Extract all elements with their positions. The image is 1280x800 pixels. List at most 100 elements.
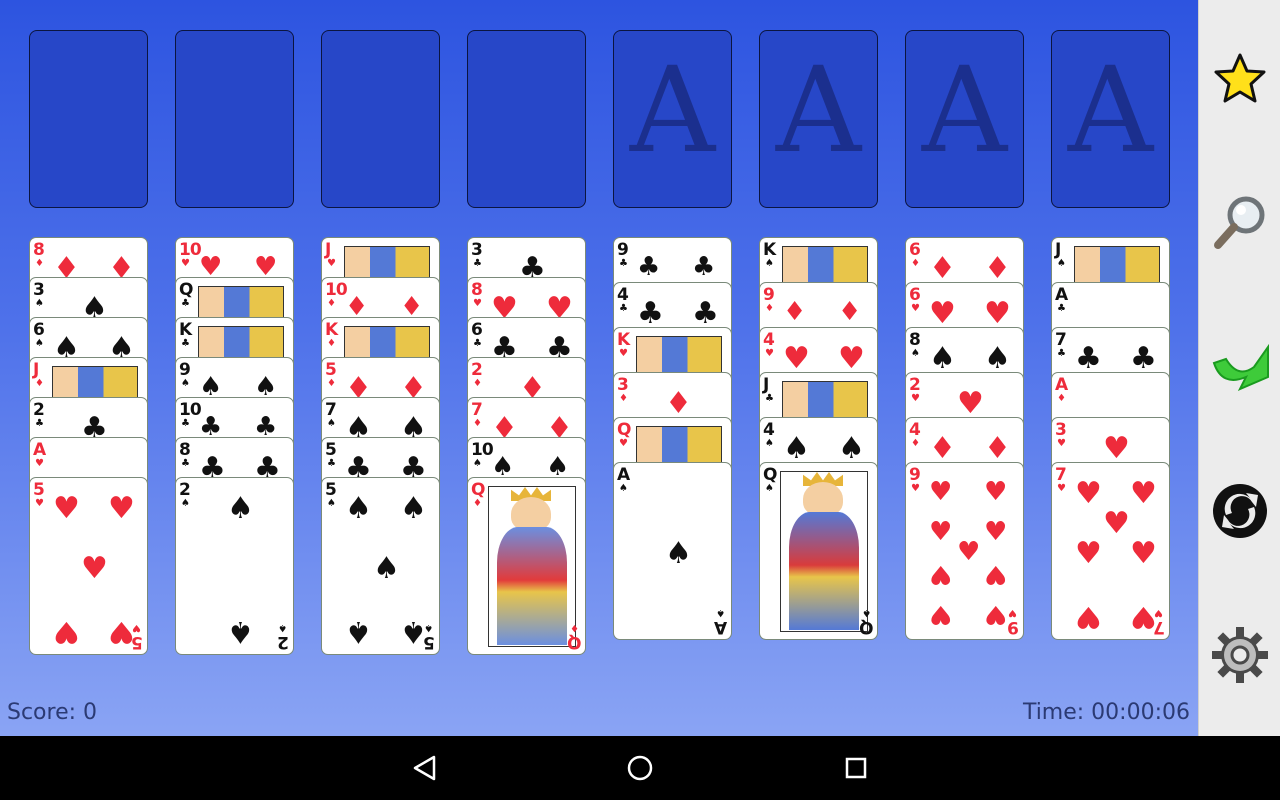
diamond-icon: ♦ [665,386,692,421]
heart-icon: ♥ [929,517,953,547]
card-rank: J [763,375,769,395]
diamond-icon: ♦ [765,303,774,314]
club-icon: ♣ [181,338,190,349]
card-rank: 2 [179,480,191,500]
card-rank: 4 [617,285,629,305]
face-card-artwork [488,486,576,647]
hint-button[interactable] [1209,336,1271,398]
card-rank: 7 [1055,465,1067,485]
diamond-icon: ♦ [911,438,920,449]
card-rank: 10 [179,240,202,260]
spade-icon: ♠ [227,491,254,526]
heart-icon: ♥ [929,477,953,507]
diamond-icon: ♦ [35,378,44,389]
home-button[interactable] [620,748,660,788]
card-rank: 4 [763,330,775,350]
free-cell-2[interactable] [175,30,294,208]
card-rank: 9 [179,360,191,380]
free-cell-1[interactable] [29,30,148,208]
club-icon: ♣ [181,298,190,309]
club-icon: ♣ [181,458,190,469]
card-rank: A [714,617,727,637]
foundation-placeholder-letter: A [921,41,1008,179]
card-5-of-hearts[interactable]: 5 ♥ ♥ ♥ ♥ ♥ ♥ 5 ♥ [29,477,148,655]
diamond-icon: ♦ [783,297,807,327]
card-rank: Q [179,280,193,300]
heart-icon: ♥ [1008,607,1017,618]
heart-icon: ♥ [35,458,44,469]
card-q-of-spades[interactable]: Q ♠ Q ♠ [759,462,878,640]
foundation-placeholder-letter: A [1067,41,1154,179]
heart-icon: ♥ [1103,431,1130,466]
face-card-artwork [636,336,722,376]
heart-icon: ♥ [1130,536,1157,571]
spade-icon: ♠ [327,498,336,509]
heart-icon: ♥ [53,491,80,526]
foundation-4[interactable]: A [1051,30,1170,208]
heart-icon: ♥ [929,599,953,629]
card-rank: Q [859,617,873,637]
spade-icon: ♠ [716,607,725,618]
club-icon: ♣ [637,296,664,331]
card-rank: 3 [1055,420,1067,440]
hint-arrow-icon [1212,343,1269,391]
club-icon: ♣ [181,418,190,429]
card-rank: 5 [33,480,45,500]
card-rank: 10 [179,400,202,420]
foundation-placeholder-letter: A [629,41,716,179]
diamond-icon: ♦ [327,298,336,309]
card-rank: 4 [763,420,775,440]
gear-icon [1212,627,1268,683]
foundation-1[interactable]: A [613,30,732,208]
back-icon [413,755,436,781]
game-board: A A A A 8 ♦ ♦ ♦ 3 ♠ ♠ 6 ♠ ♠ ♠ J ♦ 2 ♣ ♣ A ♥ 5 ♥ ♥ ♥ ♥ ♥ ♥ 5 ♥ 10 ♥ ♥ ♥… [0,0,1198,736]
spade-icon: ♠ [765,483,774,494]
card-rank: 8 [909,330,921,350]
card-rank: 5 [424,632,435,652]
heart-icon: ♥ [1154,607,1163,618]
card-rank: 10 [325,280,348,300]
recents-icon [845,757,867,779]
heart-icon: ♥ [473,298,482,309]
card-5-of-spades[interactable]: 5 ♠ ♠ ♠ ♠ ♠ ♠ 5 ♠ [321,477,440,655]
card-7-of-hearts[interactable]: 7 ♥ ♥ ♥ ♥ ♥ ♥ ♥ ♥ 7 ♥ [1051,462,1170,640]
card-rank: 6 [909,240,921,260]
heart-icon: ♥ [765,348,774,359]
club-icon: ♣ [1075,341,1102,376]
heart-icon: ♥ [929,559,953,589]
foundation-3[interactable]: A [905,30,1024,208]
free-cell-3[interactable] [321,30,440,208]
card-rank: J [33,360,39,380]
foundation-2[interactable]: A [759,30,878,208]
diamond-icon: ♦ [929,251,956,286]
restart-button[interactable] [1209,480,1271,542]
card-a-of-spades[interactable]: A ♠ ♠ A ♠ [613,462,732,640]
spade-icon: ♠ [665,536,692,571]
club-icon: ♣ [35,418,44,429]
settings-button[interactable] [1209,624,1271,686]
heart-icon: ♥ [957,537,981,567]
card-rank: 6 [909,285,921,305]
foundation-placeholder-letter: A [775,41,862,179]
card-9-of-hearts[interactable]: 9 ♥ ♥ ♥ ♥ ♥ ♥ ♥ ♥ ♥ ♥ 9 ♥ [905,462,1024,640]
free-cell-4[interactable] [467,30,586,208]
back-button[interactable] [405,748,445,788]
heart-icon: ♥ [35,498,44,509]
card-q-of-diamonds[interactable]: Q ♦ Q ♦ [467,477,586,655]
card-2-of-spades[interactable]: 2 ♠ ♠ ♠ 2 ♠ [175,477,294,655]
diamond-icon: ♦ [327,378,336,389]
heart-icon: ♥ [957,386,984,421]
sidebar [1198,0,1280,736]
card-rank: 6 [33,320,45,340]
card-rank: 2 [909,375,921,395]
card-rank: 7 [1154,617,1165,637]
magnifier-icon [1214,196,1265,249]
card-rank: K [325,320,338,340]
zoom-button[interactable] [1209,192,1271,254]
spade-icon: ♠ [400,491,427,526]
favorites-button[interactable] [1209,48,1271,110]
card-rank: 2 [471,360,483,380]
diamond-icon: ♦ [838,297,862,327]
spade-icon: ♠ [862,607,871,618]
recents-button[interactable] [836,748,876,788]
